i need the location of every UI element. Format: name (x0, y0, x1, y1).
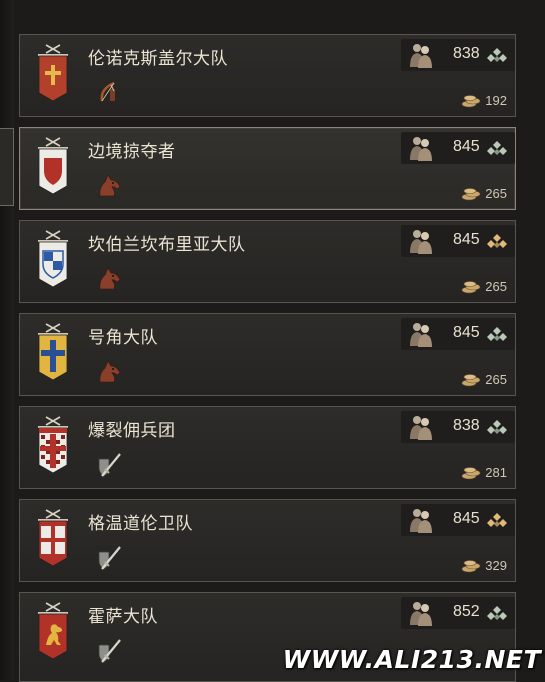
regiment-list: 伦诺克斯盖尔大队 838 192 边境掠夺者 845 265 坎伯兰坎布里亚大队 845 265… (0, 0, 545, 682)
regiment-name: 霍萨大队 (88, 607, 158, 626)
cost-value: 265 (485, 279, 507, 294)
sword-shield-icon (98, 639, 121, 663)
archer-icon (100, 81, 115, 102)
troop-count: 838 (453, 417, 480, 434)
regiment-card[interactable]: 坎伯兰坎布里亚大队 845 265 (19, 220, 516, 303)
soldiers-icon (410, 137, 432, 161)
white-red-shield-banner (38, 137, 68, 195)
blue-white-checks-banner (38, 230, 68, 288)
silver-tier-icon (487, 606, 507, 620)
troop-stat: 852 (401, 597, 515, 629)
coin-icon (461, 373, 481, 386)
troop-count: 845 (453, 324, 480, 341)
gold-tier-icon (487, 513, 507, 527)
regiment-name: 爆裂佣兵团 (88, 421, 176, 440)
watermark: WWW.ALI213.NET (282, 645, 541, 674)
gold-tier-icon (487, 234, 507, 248)
regiment-card[interactable]: 爆裂佣兵团 838 281 (19, 406, 516, 489)
cost-value: 265 (485, 186, 507, 201)
troop-count: 845 (453, 138, 480, 155)
upkeep-cost: 329 (461, 558, 507, 573)
upkeep-cost: 192 (461, 93, 507, 108)
horse-icon (99, 267, 121, 290)
upkeep-cost: 265 (461, 279, 507, 294)
coin-icon (461, 187, 481, 200)
soldiers-icon (410, 509, 432, 533)
regiment-card[interactable]: 号角大队 845 265 (19, 313, 516, 396)
silver-tier-icon (487, 327, 507, 341)
troop-count: 845 (453, 231, 480, 248)
troop-stat: 845 (401, 318, 515, 350)
horse-icon (99, 174, 121, 197)
upkeep-cost: 265 (461, 372, 507, 387)
troop-stat: 838 (401, 39, 515, 71)
troop-stat: 845 (401, 504, 515, 536)
silver-tier-icon (487, 420, 507, 434)
troop-count: 838 (453, 45, 480, 62)
troop-count: 845 (453, 510, 480, 527)
red-checkered-banner (38, 416, 68, 474)
regiment-card[interactable]: 格温道伦卫队 845 329 (19, 499, 516, 582)
regiment-name: 边境掠夺者 (88, 142, 176, 161)
troop-stat: 845 (401, 132, 515, 164)
yellow-blue-cross-banner (38, 323, 68, 381)
white-red-quartered-banner (38, 509, 68, 567)
regiment-name: 格温道伦卫队 (88, 514, 193, 533)
regiment-name: 伦诺克斯盖尔大队 (88, 49, 228, 68)
horse-icon (99, 360, 121, 383)
regiment-card[interactable]: 伦诺克斯盖尔大队 838 192 (19, 34, 516, 117)
cost-value: 192 (485, 93, 507, 108)
red-lion-banner (38, 602, 68, 660)
soldiers-icon (410, 416, 432, 440)
coin-icon (461, 466, 481, 479)
troop-stat: 838 (401, 411, 515, 443)
regiment-name: 号角大队 (88, 328, 158, 347)
sword-shield-icon (98, 546, 121, 570)
upkeep-cost: 281 (461, 465, 507, 480)
silver-tier-icon (487, 48, 507, 62)
soldiers-icon (410, 602, 432, 626)
soldiers-icon (410, 44, 432, 68)
troop-count: 852 (453, 603, 480, 620)
coin-icon (461, 94, 481, 107)
regiment-name: 坎伯兰坎布里亚大队 (88, 235, 246, 254)
cost-value: 329 (485, 558, 507, 573)
troop-stat: 845 (401, 225, 515, 257)
upkeep-cost: 265 (461, 186, 507, 201)
coin-icon (461, 280, 481, 293)
silver-tier-icon (487, 141, 507, 155)
cost-value: 265 (485, 372, 507, 387)
soldiers-icon (410, 323, 432, 347)
sword-shield-icon (98, 453, 121, 477)
cost-value: 281 (485, 465, 507, 480)
soldiers-icon (410, 230, 432, 254)
coin-icon (461, 559, 481, 572)
red-cross-banner (38, 44, 68, 102)
regiment-card[interactable]: 边境掠夺者 845 265 (19, 127, 516, 210)
